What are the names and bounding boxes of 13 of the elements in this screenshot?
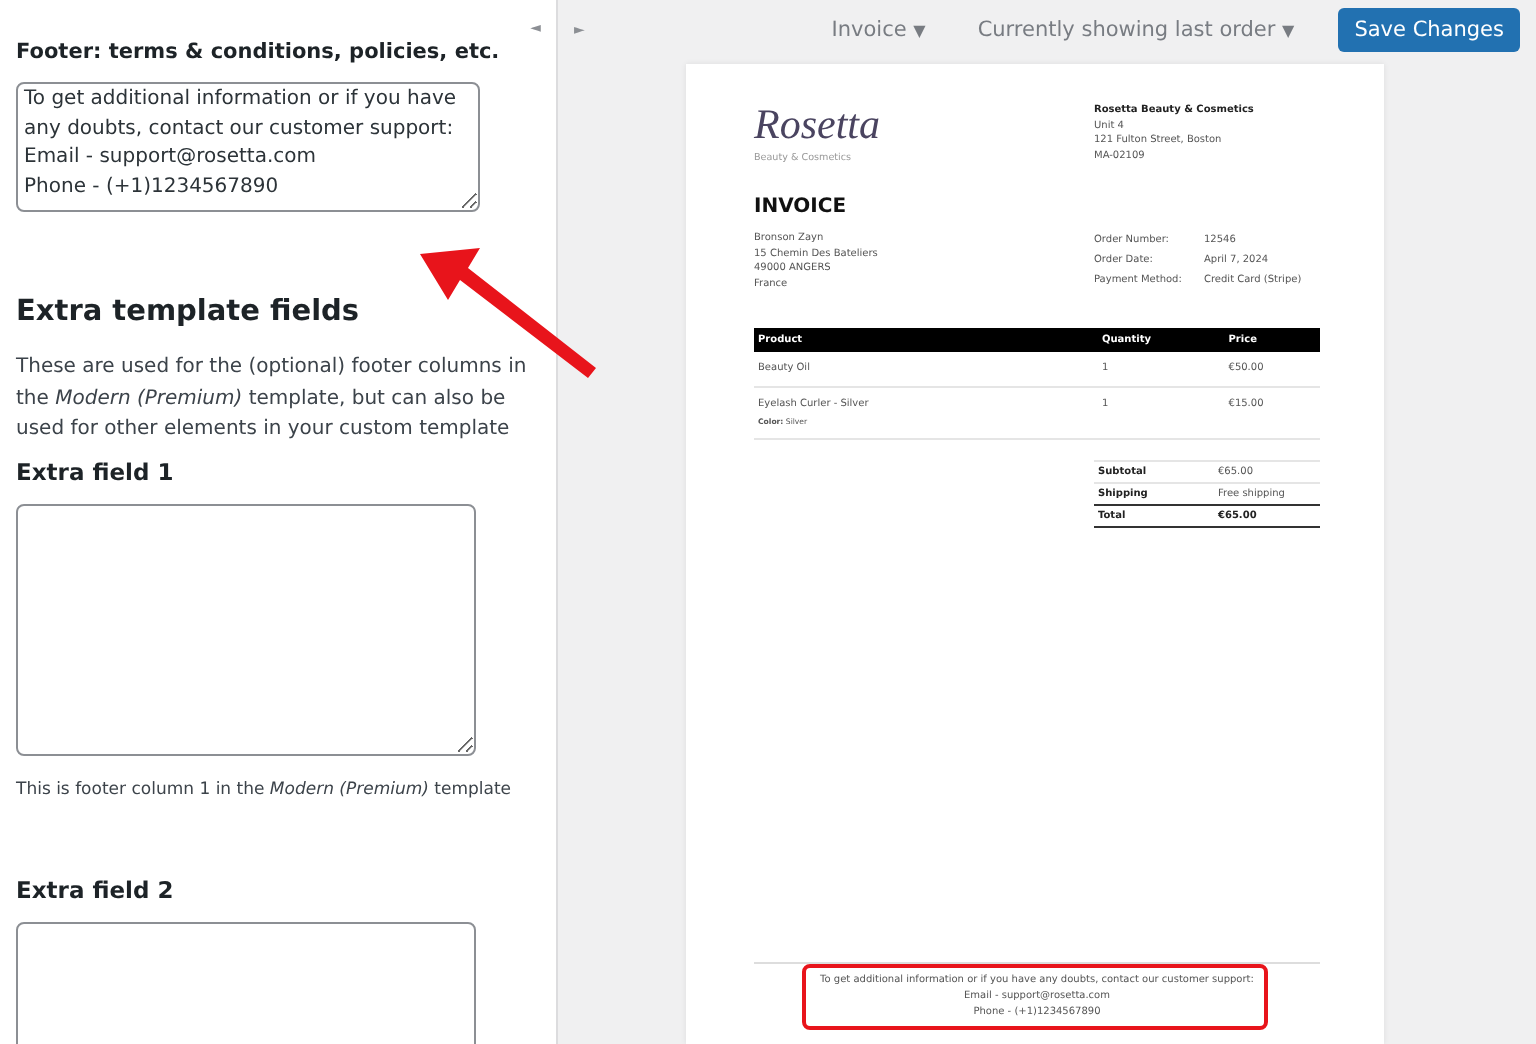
save-changes-button[interactable]: Save Changes (1338, 8, 1520, 52)
invoice-title: INVOICE (754, 196, 849, 218)
document-type-dropdown[interactable]: Invoice ▼ (831, 18, 926, 42)
extra-field-input[interactable] (16, 503, 476, 755)
field-label: Footer: terms & conditions, policies, etc. (16, 40, 502, 64)
field-label: Extra field 1 (16, 457, 176, 485)
logo-name: Rosetta (754, 100, 880, 150)
footer-text-field[interactable]: To get additional information or if you have any doubts, contact our customer support: Email - support@rosetta.com Phone - (+1)1234567890 (16, 82, 480, 212)
section-heading: Extra template fields (16, 296, 362, 328)
order-preview-dropdown[interactable]: Currently showing last order ▼ (977, 18, 1295, 42)
section-description: These are used for the (optional) footer columns in the Modern (Premium) template, but can also be used for other elements in your custom template (16, 354, 529, 444)
field-help-text: This is footer column 1 in the Modern (Premium) template (16, 779, 514, 799)
field-label: Extra field 2 (16, 875, 176, 903)
